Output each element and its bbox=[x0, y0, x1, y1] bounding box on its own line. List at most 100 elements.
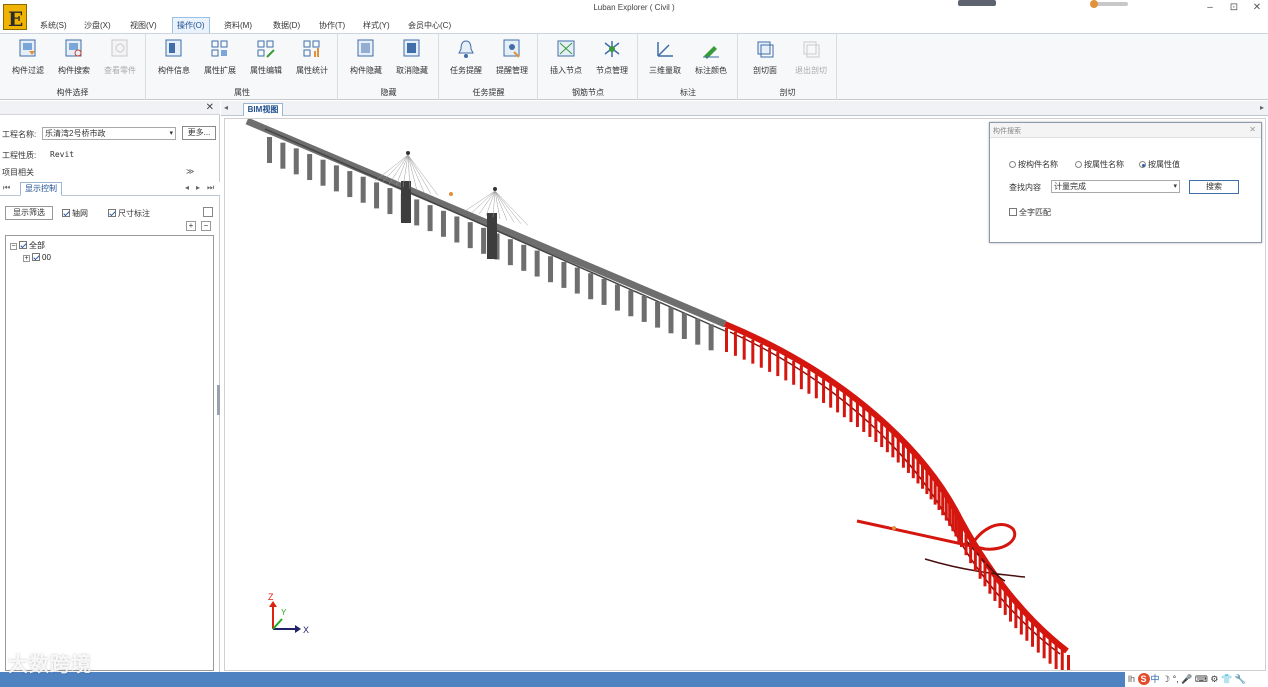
task-reminder-button[interactable]: 任务提醒 bbox=[444, 38, 488, 76]
close-icon[interactable]: ✕ bbox=[1249, 125, 1256, 134]
node-manage-button[interactable]: 节点管理 bbox=[590, 38, 634, 76]
radio-by-component-name[interactable]: 按构件名称 bbox=[1009, 159, 1058, 170]
bridge-pier-red bbox=[891, 433, 895, 458]
bridge-pier-red bbox=[948, 501, 952, 526]
tree-item-all[interactable]: − 全部 bbox=[10, 240, 45, 251]
menu-sandbox[interactable]: 沙盘(X) bbox=[84, 20, 111, 31]
expand-all-button[interactable]: + bbox=[186, 221, 196, 231]
ime-language[interactable]: 中 bbox=[1151, 674, 1160, 684]
exit-section-button[interactable]: 退出剖切 bbox=[789, 38, 833, 76]
collapse-icon[interactable]: − bbox=[10, 243, 17, 250]
bridge-pier-red bbox=[1060, 650, 1064, 670]
menu-view[interactable]: 视图(V) bbox=[130, 20, 157, 31]
panel-tabstrip: ⏮ 显示控制 ◂ ▸ ⏭ bbox=[0, 182, 220, 196]
menu-system[interactable]: 系统(S) bbox=[40, 20, 67, 31]
component-filter-button[interactable]: 构件过滤 bbox=[6, 38, 50, 76]
attribute-extend-button[interactable]: 属性扩展 bbox=[198, 38, 242, 76]
close-window-button[interactable]: ✕ bbox=[1250, 2, 1264, 13]
bridge-pier-red bbox=[957, 517, 961, 542]
toolbar-slider[interactable] bbox=[1090, 0, 1128, 8]
edit-icon[interactable] bbox=[203, 207, 213, 217]
section-plane-button[interactable]: 剖切面 bbox=[743, 38, 787, 76]
bridge-pier bbox=[548, 256, 554, 283]
tab-scroll-right-icon[interactable]: ▸ bbox=[1260, 103, 1264, 112]
toolbar-widget[interactable] bbox=[958, 0, 996, 6]
bridge-pier-red bbox=[855, 402, 859, 427]
axis-checkbox[interactable]: 轴网 bbox=[62, 208, 88, 219]
bridge-pier-red bbox=[988, 569, 992, 594]
collapse-all-button[interactable]: − bbox=[201, 221, 211, 231]
menu-data[interactable]: 数据(D) bbox=[273, 20, 300, 31]
bridge-pier-red bbox=[960, 523, 963, 547]
tree-item-00[interactable]: +00 bbox=[23, 253, 51, 262]
view-parts-button[interactable]: 查看零件 bbox=[98, 38, 142, 76]
panel-splitter[interactable] bbox=[217, 385, 220, 415]
component-search-button[interactable]: 构件搜索 bbox=[52, 38, 96, 76]
ramp-red bbox=[856, 519, 1017, 551]
attribute-edit-button[interactable]: 属性编辑 bbox=[244, 38, 288, 76]
ime-toolbar[interactable]: lh S中 ☽ °, 🎤 ⌨ ⚙ 👕 🔧 bbox=[1125, 672, 1268, 687]
radio-by-attribute-value[interactable]: 按属性值 bbox=[1139, 159, 1180, 170]
bridge-pier-red bbox=[784, 356, 788, 381]
dimension-checkbox[interactable]: 尺寸标注 bbox=[108, 208, 150, 219]
menu-operation[interactable]: 操作(O) bbox=[172, 17, 210, 33]
restore-button[interactable]: ⊡ bbox=[1227, 2, 1241, 13]
full-match-checkbox[interactable]: 全字匹配 bbox=[1009, 207, 1051, 218]
menu-bar: 系统(S) 沙盘(X) 视图(V) 操作(O) 资料(M) 数据(D) 协作(T… bbox=[0, 16, 1268, 33]
insert-node-button[interactable]: 插入节点 bbox=[544, 38, 588, 76]
app-logo[interactable]: E bbox=[3, 4, 27, 31]
bridge-pier bbox=[668, 307, 674, 334]
double-chevron-down-icon[interactable]: ≫ bbox=[186, 167, 194, 176]
menu-collab[interactable]: 协作(T) bbox=[319, 20, 345, 31]
annotation-color-button[interactable]: 标注颜色 bbox=[689, 38, 733, 76]
project-related-label[interactable]: 项目相关 bbox=[2, 167, 34, 178]
component-info-button[interactable]: 构件信息 bbox=[152, 38, 196, 76]
menu-style[interactable]: 样式(Y) bbox=[363, 20, 390, 31]
3d-measure-button[interactable]: 三维量取 bbox=[643, 38, 687, 76]
expand-icon[interactable]: + bbox=[23, 255, 30, 262]
menu-resources[interactable]: 资料(M) bbox=[224, 20, 252, 31]
tab-first-icon[interactable]: ⏮ bbox=[3, 183, 10, 193]
bridge-deck-gray bbox=[245, 119, 727, 328]
bridge-pier-red bbox=[776, 352, 780, 377]
search-button[interactable]: 搜索 bbox=[1189, 180, 1239, 194]
more-button[interactable]: 更多... bbox=[182, 126, 216, 140]
checkbox-icon[interactable] bbox=[32, 253, 40, 261]
close-icon[interactable]: ✕ bbox=[206, 102, 214, 113]
bridge-pier-red bbox=[969, 539, 973, 564]
minimize-button[interactable]: – bbox=[1203, 2, 1217, 13]
tab-scroll-left-icon[interactable]: ◂ bbox=[224, 103, 228, 112]
bridge-pier-red bbox=[941, 491, 945, 516]
left-panel: ✕ 工程名称: 乐清湾2号桥市政 ▾ 更多... 工程性质: Revit 项目相关… bbox=[0, 101, 220, 672]
hide-component-button[interactable]: 构件隐藏 bbox=[344, 38, 388, 76]
bridge-cable bbox=[494, 190, 529, 226]
annotation-color-icon bbox=[700, 38, 722, 60]
tab-prev-icon[interactable]: ◂ bbox=[185, 183, 189, 192]
bridge-pier bbox=[614, 284, 620, 311]
tab-next-icon[interactable]: ▸ bbox=[196, 183, 200, 192]
search-content-select[interactable]: 计量完成 ▾ bbox=[1051, 180, 1180, 193]
display-filter-button[interactable]: 显示筛选 bbox=[5, 206, 53, 220]
attribute-stats-button[interactable]: 属性统计 bbox=[290, 38, 334, 76]
reminder-manage-button[interactable]: 提醒管理 bbox=[490, 38, 534, 76]
tab-bim-view[interactable]: BIM视图 bbox=[243, 103, 283, 116]
tab-last-icon[interactable]: ⏭ bbox=[207, 183, 214, 193]
tower-top bbox=[406, 151, 410, 155]
bridge-pier-red bbox=[829, 383, 833, 408]
window-title: Luban Explorer ( Civil ) bbox=[593, 3, 675, 12]
reminder-manage-icon bbox=[501, 38, 523, 60]
bridge-pier bbox=[681, 312, 687, 339]
menu-member[interactable]: 会员中心(C) bbox=[408, 20, 451, 31]
bridge-pier-red bbox=[849, 398, 853, 423]
group-label-annotate: 标注 bbox=[680, 88, 696, 97]
unhide-button[interactable]: 取消隐藏 bbox=[390, 38, 434, 76]
bridge-pier-red bbox=[916, 459, 920, 484]
checkbox-icon[interactable] bbox=[19, 241, 27, 249]
tab-display-control[interactable]: 显示控制 bbox=[20, 182, 62, 196]
marker-dot bbox=[449, 192, 453, 196]
bridge-pier-red bbox=[814, 374, 818, 399]
status-bar bbox=[0, 672, 1268, 687]
radio-by-attribute-name[interactable]: 按属性名称 bbox=[1075, 159, 1124, 170]
bell-icon bbox=[455, 38, 477, 60]
project-name-select[interactable]: 乐清湾2号桥市政 ▾ bbox=[42, 127, 176, 140]
